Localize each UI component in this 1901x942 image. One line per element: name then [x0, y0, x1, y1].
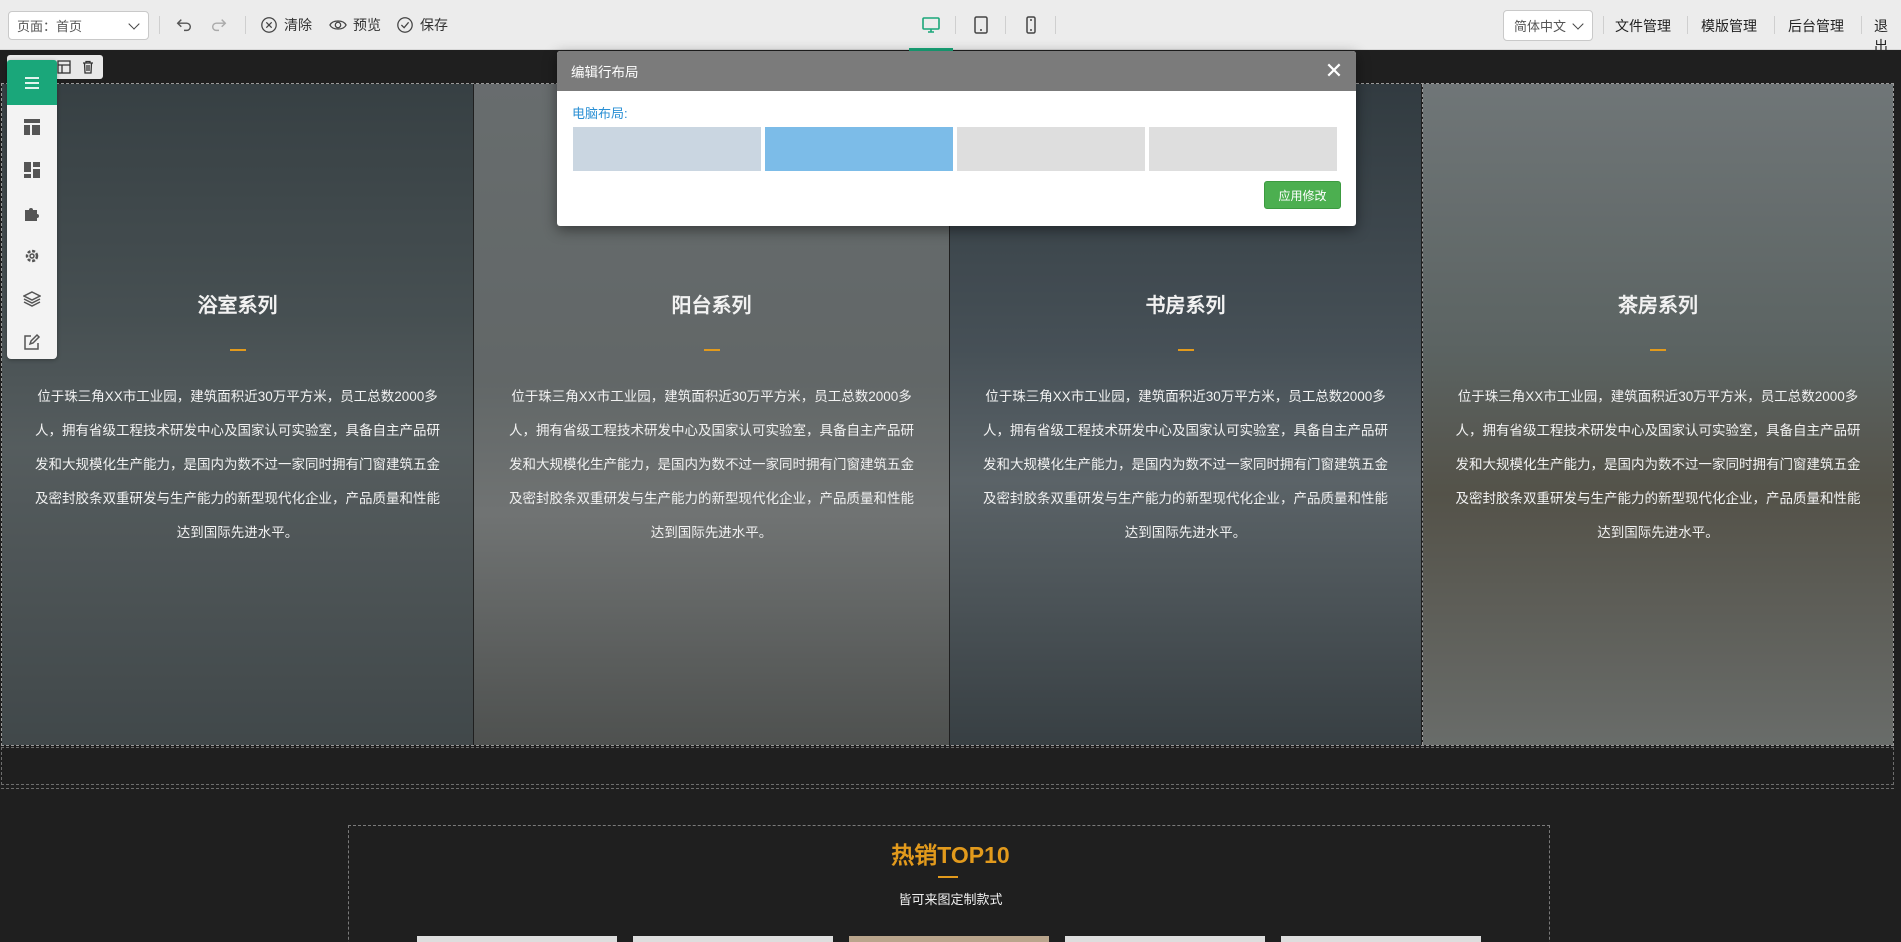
template-manager-link[interactable]: 模版管理	[1701, 16, 1757, 36]
divider	[1687, 16, 1688, 34]
product-thumbnail[interactable]	[1281, 936, 1481, 942]
hot-title-underline	[938, 876, 958, 878]
divider	[1603, 16, 1604, 34]
desktop-layout-label: 电脑布局:	[572, 106, 628, 121]
logout-link[interactable]: 退出	[1874, 16, 1901, 56]
desktop-view-button[interactable]	[909, 13, 953, 51]
hot-title: 热销TOP10	[891, 842, 1010, 868]
dialog-title: 编辑行布局	[571, 65, 639, 80]
undo-button[interactable]	[175, 14, 193, 36]
column-tearoom[interactable]: 茶房系列 位于珠三角XX市工业园，建筑面积近30万平方米，员工总数2000多人，…	[1422, 84, 1893, 745]
title-underline	[229, 349, 246, 351]
edit-icon	[24, 333, 41, 350]
admin-link[interactable]: 后台管理	[1788, 16, 1844, 36]
page-select-value: 页面：首页	[17, 19, 83, 34]
column-title: 浴室系列	[197, 295, 278, 317]
file-manager-link[interactable]: 文件管理	[1615, 16, 1671, 36]
chevron-down-icon	[1572, 18, 1584, 30]
preview-label: 预览	[353, 17, 381, 33]
spacer-row[interactable]	[1, 747, 1894, 785]
layout-icon	[24, 118, 40, 135]
column-description: 位于珠三角XX市工业园，建筑面积近30万平方米，员工总数2000多人，拥有省级工…	[35, 389, 440, 540]
settings-button[interactable]	[7, 234, 57, 277]
redo-icon	[211, 19, 227, 32]
layout-option-2[interactable]	[765, 127, 953, 171]
layout-option-3[interactable]	[957, 127, 1145, 171]
layout-button[interactable]	[7, 105, 57, 148]
product-thumbnail[interactable]	[849, 936, 1049, 942]
save-label: 保存	[420, 17, 448, 33]
clear-label: 清除	[284, 17, 312, 33]
menu-button[interactable]	[7, 60, 57, 105]
menu-icon	[25, 76, 39, 89]
apply-changes-button[interactable]: 应用修改	[1264, 181, 1341, 209]
layers-button[interactable]	[7, 277, 57, 320]
divider	[1861, 16, 1862, 34]
eye-icon	[329, 20, 347, 30]
product-thumbnail[interactable]	[417, 936, 617, 942]
redo-button[interactable]	[210, 14, 228, 36]
column-bathroom[interactable]: 浴室系列 位于珠三角XX市工业园，建筑面积近30万平方米，员工总数2000多人，…	[2, 84, 473, 745]
column-title: 书房系列	[1145, 295, 1226, 317]
divider	[1774, 16, 1775, 34]
column-description: 位于珠三角XX市工业园，建筑面积近30万平方米，员工总数2000多人，拥有省级工…	[1455, 389, 1861, 540]
close-icon[interactable]: ✕	[1324, 60, 1344, 82]
gear-icon	[25, 249, 39, 262]
preview-button[interactable]: 预览	[329, 14, 381, 36]
undo-icon	[176, 19, 192, 32]
check-circle-icon	[397, 17, 413, 33]
divider	[1055, 16, 1056, 34]
column-description: 位于珠三角XX市工业园，建筑面积近30万平方米，员工总数2000多人，拥有省级工…	[983, 389, 1388, 540]
page-select[interactable]: 页面：首页	[8, 11, 149, 40]
tablet-view-button[interactable]	[969, 13, 993, 37]
divider	[1005, 16, 1006, 34]
product-thumbnail[interactable]	[633, 936, 833, 942]
edit-row-layout-dialog: 编辑行布局 ✕ 电脑布局: 应用修改	[557, 51, 1356, 226]
edit-button[interactable]	[7, 320, 57, 363]
divider	[245, 16, 246, 34]
grid-icon[interactable]	[57, 60, 71, 74]
title-underline	[1177, 349, 1194, 351]
plugins-button[interactable]	[7, 191, 57, 234]
desktop-icon	[922, 17, 940, 33]
puzzle-icon	[25, 207, 39, 221]
product-thumbnail[interactable]	[1065, 936, 1265, 942]
title-underline	[703, 349, 720, 351]
tablet-icon	[974, 16, 988, 34]
trash-icon[interactable]	[81, 60, 95, 74]
layout-option-4[interactable]	[1149, 127, 1337, 171]
mobile-view-button[interactable]	[1019, 13, 1043, 37]
hot-subtitle: 皆可来图定制款式	[898, 892, 1003, 907]
layout-option-1[interactable]	[573, 127, 761, 171]
column-title: 茶房系列	[1618, 295, 1698, 317]
column-description: 位于珠三角XX市工业园，建筑面积近30万平方米，员工总数2000多人，拥有省级工…	[509, 389, 914, 540]
layout-options	[573, 127, 1337, 171]
chevron-down-icon	[128, 18, 140, 30]
clear-button[interactable]: 清除	[260, 14, 312, 36]
dialog-header: 编辑行布局 ✕	[557, 51, 1356, 91]
column-title: 阳台系列	[671, 295, 752, 317]
language-select[interactable]: 简体中文	[1503, 10, 1593, 41]
layers-icon	[23, 290, 41, 307]
save-button[interactable]: 保存	[396, 14, 448, 36]
left-sidebar	[7, 60, 57, 359]
divider	[159, 16, 160, 34]
title-underline	[1650, 349, 1666, 351]
dashboard-button[interactable]	[7, 148, 57, 191]
divider	[955, 16, 956, 34]
top-toolbar: 页面：首页 清除 预览 保存 简体中文 文件管理 模版管理 后台管理 退出	[0, 0, 1901, 54]
dashboard-icon	[24, 161, 40, 178]
mobile-icon	[1026, 16, 1036, 34]
language-value: 简体中文	[1514, 19, 1567, 34]
clear-icon	[261, 17, 277, 33]
